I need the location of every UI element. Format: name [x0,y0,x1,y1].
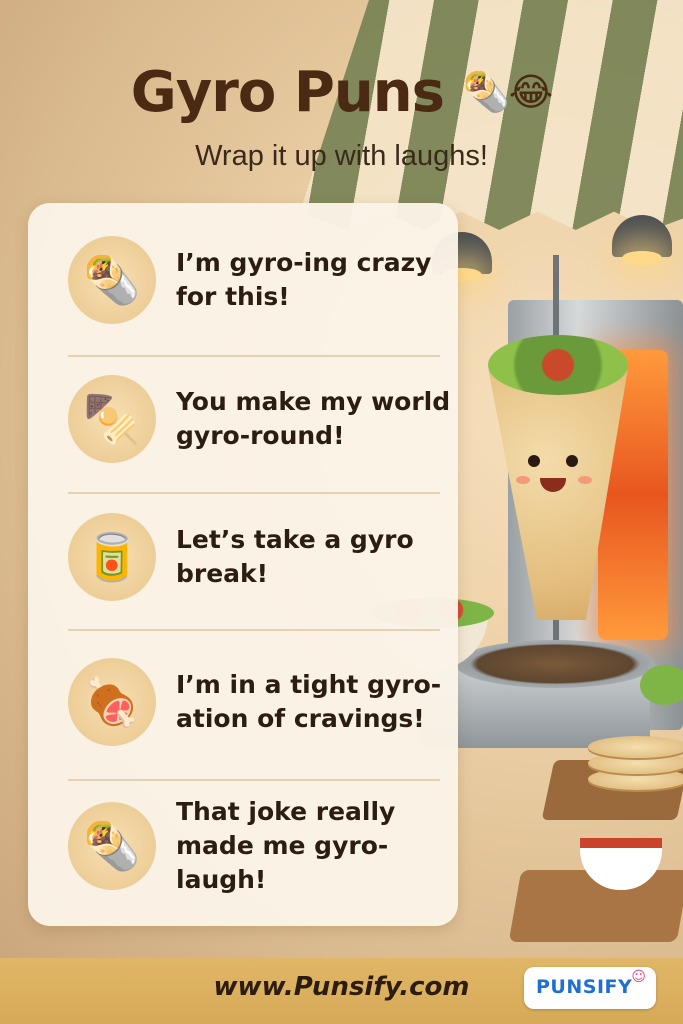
lettuce [640,665,683,705]
pun-item: 🍢 You make my world gyro-round! [68,360,468,478]
divider [68,355,440,357]
title-text: Gyro Puns [130,60,445,125]
divider [68,629,440,631]
rotating-meat-icon: 🍖 [68,658,156,746]
mascot-eye-left [528,455,540,467]
meat-plate [455,640,655,688]
pun-text: Let’s take a gyro break! [176,525,414,588]
pun-text: That joke really made me gyro-laugh! [176,797,396,894]
pun-item: 🥫 Let’s take a gyro break! [68,498,468,616]
divider [68,492,440,494]
title-emoji-icon: 🌯😂 [462,70,553,114]
pun-item: 🌯 That joke really made me gyro-laugh! [68,787,468,905]
gyro-filling [488,335,628,395]
sauce-bottles-icon: 🥫 [68,513,156,601]
pita-bread [588,736,683,758]
divider [68,779,440,781]
wrap-icon: 🌯 [68,236,156,324]
page-title: Gyro Puns 🌯😂 [0,60,683,125]
punsify-logo[interactable]: PUNSIFY ☺ [524,967,656,1009]
mascot-eye-right [566,455,578,467]
pun-text: You make my world gyro-round! [176,387,451,450]
pun-item: 🌯 I’m gyro-ing crazy for this! [68,221,468,339]
smiling-wrap-icon: 🌯 [68,802,156,890]
pun-text: I’m gyro-ing crazy for this! [176,248,432,311]
pun-text: I’m in a tight gyro-ation of cravings! [176,670,442,733]
logo-text: PUNSIFY [536,976,633,998]
smiley-icon: ☺ [631,969,646,985]
mascot-cheek-right [578,476,592,484]
skewers-icon: 🍢 [68,375,156,463]
pun-item: 🍖 I’m in a tight gyro-ation of cravings! [68,643,468,761]
puns-card: 🌯 I’m gyro-ing crazy for this! 🍢 You mak… [28,203,458,926]
page-subtitle: Wrap it up with laughs! [195,140,488,172]
mascot-cheek-left [516,476,530,484]
